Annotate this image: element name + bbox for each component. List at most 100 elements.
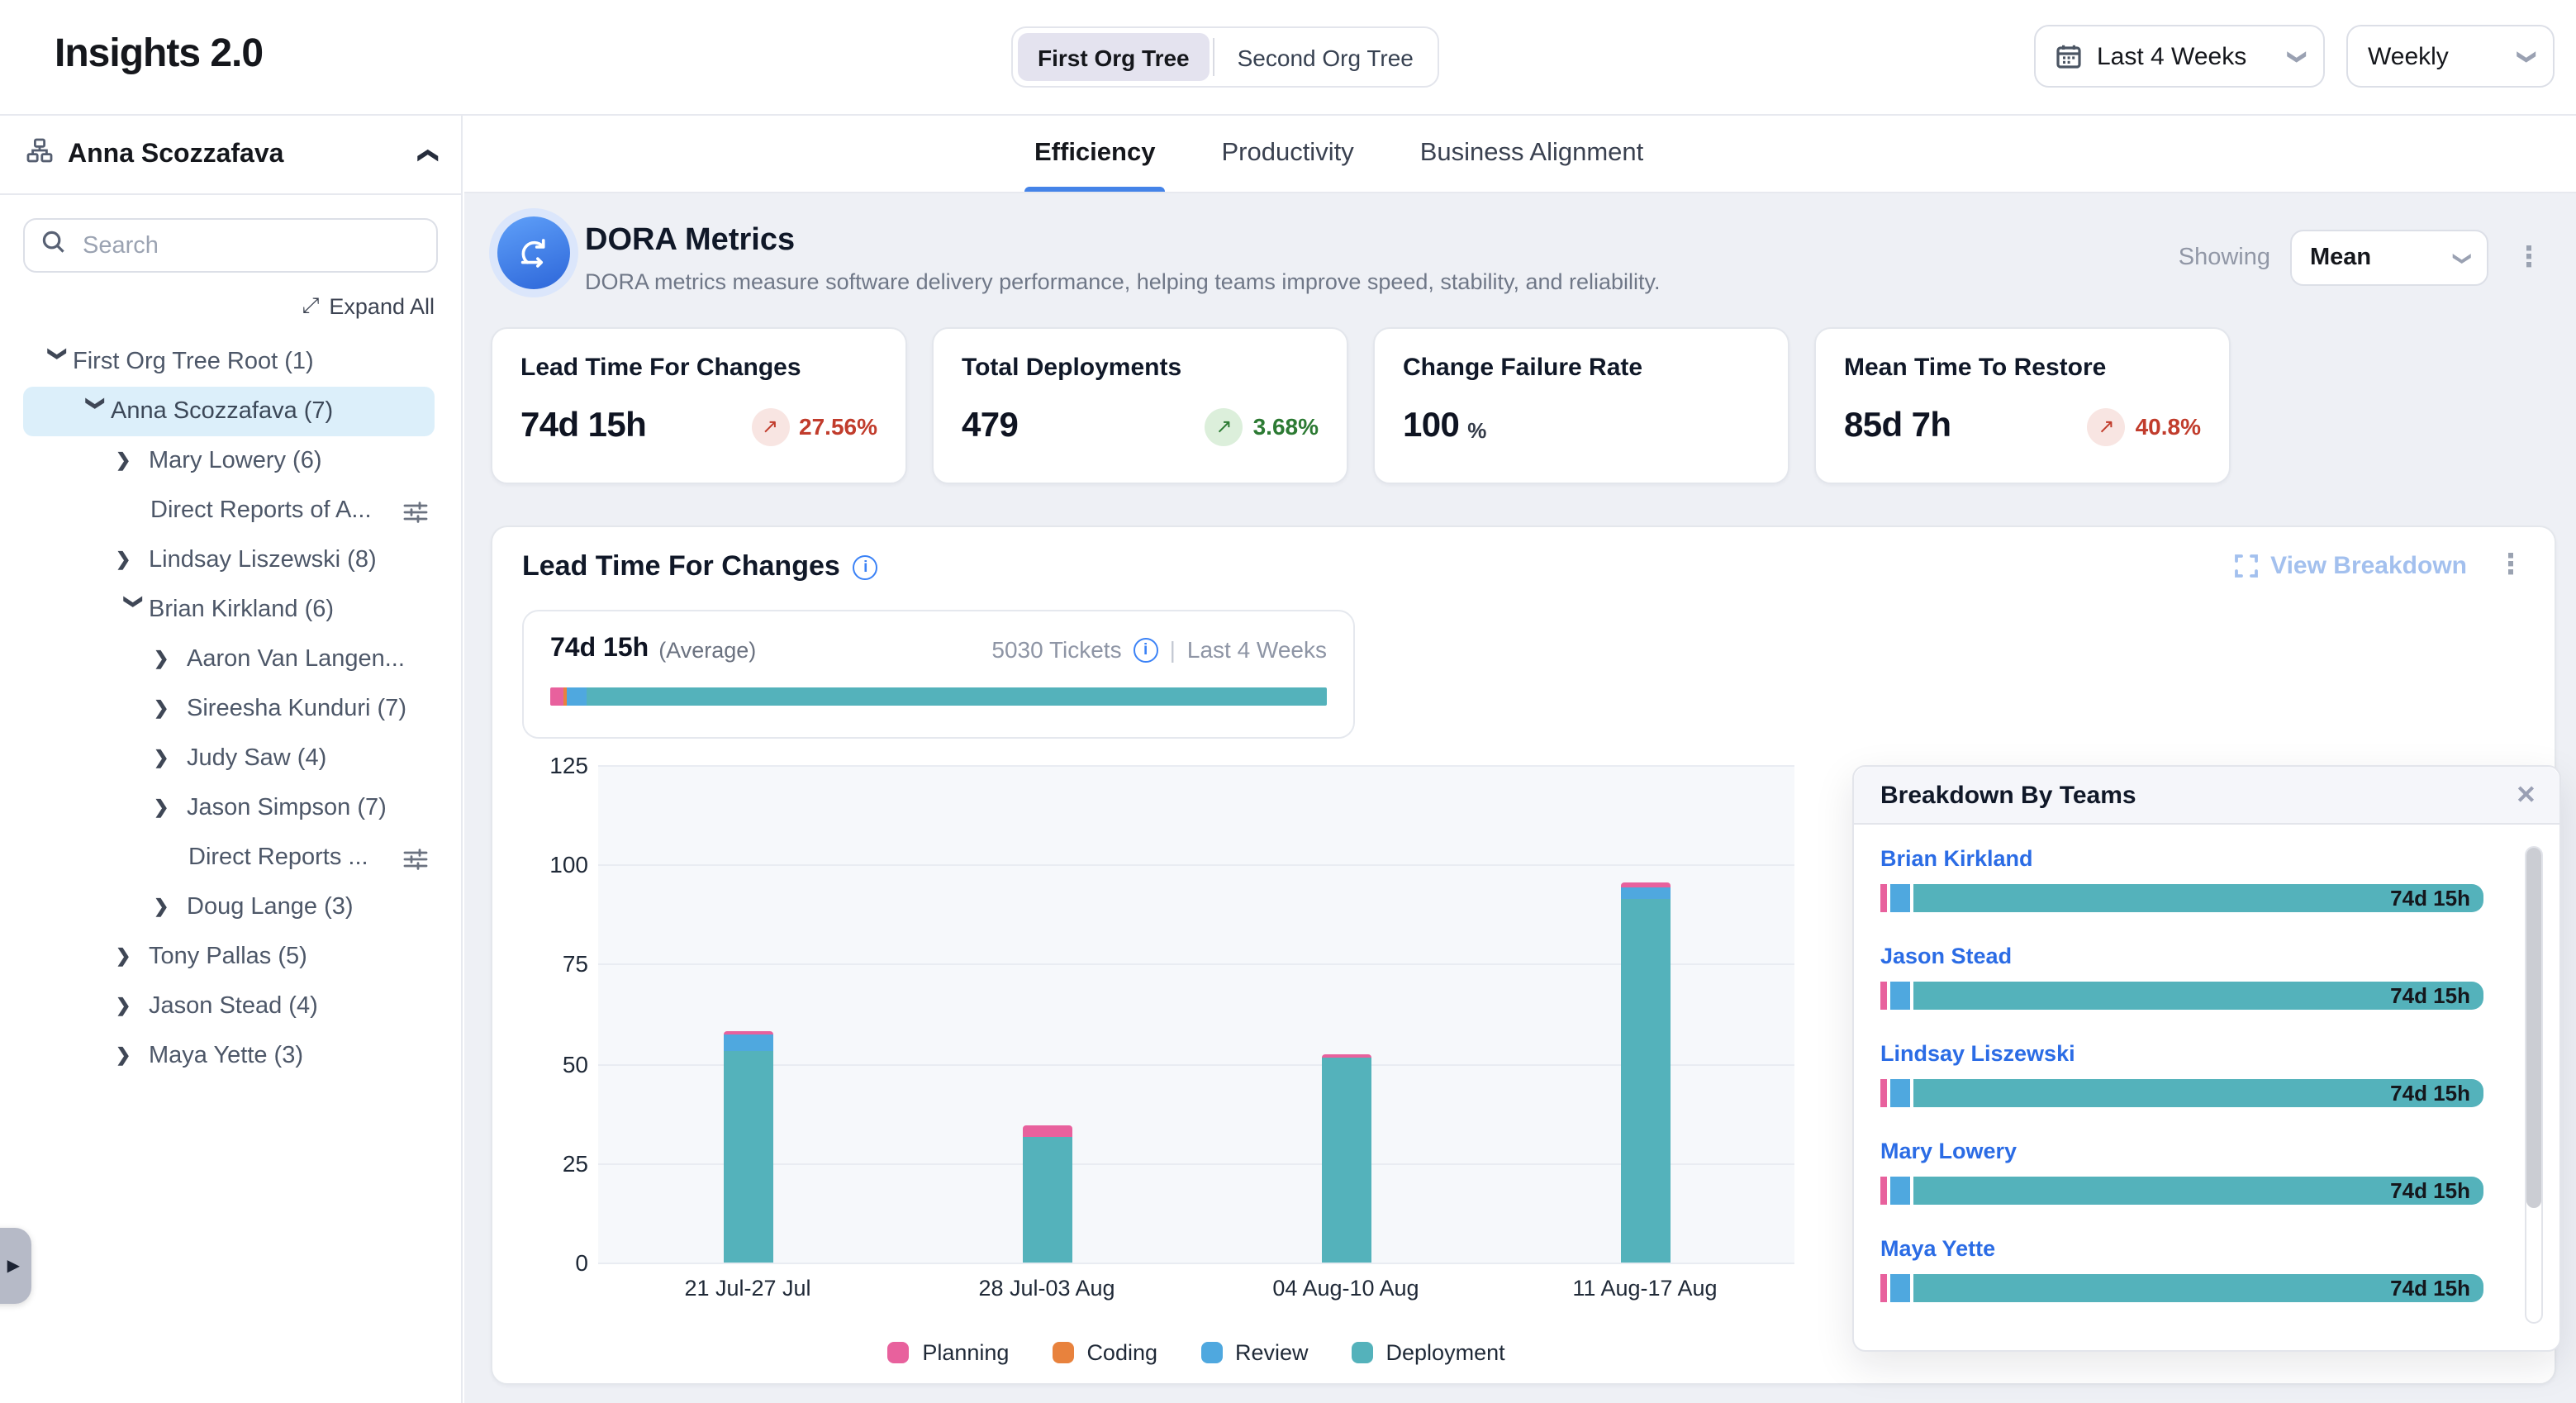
expand-all-icon: ⤢ xyxy=(302,292,320,319)
review-segment xyxy=(1890,982,1910,1010)
header-controls: Last 4 Weeks ❯ Weekly ❯ xyxy=(2034,25,2555,88)
team-name-link[interactable]: Brian Kirkland xyxy=(1880,846,2483,871)
team-name-link[interactable]: Maya Yette xyxy=(1880,1236,2483,1261)
expand-all-button[interactable]: ⤢ Expand All xyxy=(0,279,461,334)
sidebar-tree-item[interactable]: ❯ First Org Tree Root (1) xyxy=(0,337,435,387)
stacked-bar[interactable] xyxy=(723,1031,772,1263)
sidebar-collapse-handle[interactable]: ▶ xyxy=(0,1228,31,1304)
granularity-select[interactable]: Weekly ❯ xyxy=(2346,25,2555,88)
metric-delta: 40.8% xyxy=(2136,413,2201,440)
sidebar-tree-item[interactable]: Direct Reports of A... xyxy=(0,486,435,535)
filter-icon[interactable] xyxy=(403,845,428,870)
team-name-link[interactable]: Jason Stead xyxy=(1880,944,2483,968)
metric-card: Lead Time For Changes 74d 15h ↗ 27.56% xyxy=(491,327,907,484)
planning-segment xyxy=(1880,1177,1887,1205)
team-phase-bar: 74d 15h xyxy=(1880,884,2483,912)
metric-card: Mean Time To Restore 85d 7h ↗ 40.8% xyxy=(1814,327,2231,484)
review-segment xyxy=(1890,1274,1910,1302)
tab-efficiency[interactable]: Efficiency xyxy=(1034,116,1155,192)
deployment-segment: 74d 15h xyxy=(1913,1079,2483,1107)
chevron-icon: ❯ xyxy=(154,799,187,817)
metric-value-row: 85d 7h ↗ 40.8% xyxy=(1844,407,2201,446)
team-name-link[interactable]: Mary Lowery xyxy=(1880,1139,2483,1163)
date-range-select[interactable]: Last 4 Weeks ❯ xyxy=(2034,25,2325,88)
sidebar-tree-item[interactable]: ❯ Tony Pallas (5) xyxy=(0,932,435,982)
toggle-divider xyxy=(1213,38,1214,76)
deployment-segment xyxy=(723,1052,772,1263)
sidebar-tree-item[interactable]: ❯ Anna Scozzafava (7) xyxy=(23,387,435,436)
dora-section-subtitle: DORA metrics measure software delivery p… xyxy=(585,269,1661,294)
section-title-row: Lead Time For Changes i xyxy=(522,550,878,583)
search-input[interactable] xyxy=(79,231,420,260)
stacked-bar[interactable] xyxy=(1022,1126,1072,1263)
tree-item-label: Mary Lowery (6) xyxy=(149,448,322,474)
sidebar-tree-item[interactable]: ❯ Jason Stead (4) xyxy=(0,982,435,1031)
legend-item-deployment[interactable]: Deployment xyxy=(1352,1340,1505,1365)
tree-item-label: Brian Kirkland (6) xyxy=(149,597,334,623)
review-segment xyxy=(568,687,587,706)
sidebar-tree-item[interactable]: Direct Reports ... xyxy=(0,833,435,882)
deployment-segment xyxy=(1022,1137,1072,1263)
sidebar-header[interactable]: Anna Scozzafava ❯ xyxy=(0,116,461,195)
section-actions: View Breakdown ⋮ xyxy=(2234,549,2531,583)
chevron-icon: ❯ xyxy=(154,700,187,718)
team-value: 74d 15h xyxy=(2390,1276,2470,1301)
tree-item-label: Jason Stead (4) xyxy=(149,993,318,1020)
chevron-up-icon[interactable]: ❯ xyxy=(416,146,436,163)
legend-item-coding[interactable]: Coding xyxy=(1052,1340,1157,1365)
chevron-down-icon: ❯ xyxy=(2287,49,2305,64)
toggle-second-org-tree[interactable]: Second Org Tree xyxy=(1218,33,1433,81)
chart-legend: Planning Coding Review Deployment xyxy=(598,1340,1794,1365)
info-icon[interactable]: i xyxy=(1134,637,1158,662)
chevron-icon: ❯ xyxy=(116,452,149,470)
tree-item-label: Lindsay Liszewski (8) xyxy=(149,547,377,573)
sidebar-tree-item[interactable]: ❯ Sireesha Kunduri (7) xyxy=(0,684,435,734)
scrollbar-thumb[interactable] xyxy=(2526,848,2541,1208)
sidebar-tree-item[interactable]: ❯ Brian Kirkland (6) xyxy=(0,585,435,635)
sidebar-tree-item[interactable]: ❯ Judy Saw (4) xyxy=(0,734,435,783)
legend-item-planning[interactable]: Planning xyxy=(887,1340,1009,1365)
date-range-value: Last 4 Weeks xyxy=(2097,42,2246,70)
filter-icon[interactable] xyxy=(403,498,428,523)
team-row: Jason Stead 74d 15h xyxy=(1880,944,2483,1010)
legend-swatch xyxy=(887,1342,909,1363)
chevron-icon: ❯ xyxy=(154,898,187,916)
stacked-bar[interactable] xyxy=(1321,1053,1371,1263)
dora-kebab-menu[interactable]: ⋮ xyxy=(2508,240,2550,275)
metric-unit: % xyxy=(1467,417,1486,442)
metric-value-row: 74d 15h ↗ 27.56% xyxy=(520,407,877,446)
sidebar-tree-item[interactable]: ❯ Mary Lowery (6) xyxy=(0,436,435,486)
gridline xyxy=(598,1063,1794,1065)
close-icon[interactable]: ✕ xyxy=(2516,780,2536,810)
sidebar-tree-item[interactable]: ❯ Doug Lange (3) xyxy=(0,882,435,932)
meta-divider: | xyxy=(1170,636,1176,663)
toggle-first-org-tree[interactable]: First Org Tree xyxy=(1018,33,1210,81)
tabs-row: Efficiency Productivity Business Alignme… xyxy=(464,116,2576,193)
sidebar-tree-item[interactable]: ❯ Maya Yette (3) xyxy=(0,1031,435,1081)
panel-scrollbar[interactable] xyxy=(2525,846,2543,1324)
average-meta: 5030 Tickets i | Last 4 Weeks xyxy=(991,636,1327,663)
section-title: Lead Time For Changes xyxy=(522,550,840,583)
team-value: 74d 15h xyxy=(2390,983,2470,1008)
info-icon[interactable]: i xyxy=(853,554,878,579)
team-name-link[interactable]: Lindsay Liszewski xyxy=(1880,1041,2483,1066)
sidebar-tree-item[interactable]: ❯ Aaron Van Langen... xyxy=(0,635,435,684)
breakdown-panel-title: Breakdown By Teams xyxy=(1880,781,2136,809)
stacked-bar[interactable] xyxy=(1620,882,1670,1263)
sidebar-tree-item[interactable]: ❯ Jason Simpson (7) xyxy=(0,783,435,833)
tab-productivity[interactable]: Productivity xyxy=(1221,116,1353,192)
metric-value-row: 479 ↗ 3.68% xyxy=(962,407,1319,446)
deployment-segment: 74d 15h xyxy=(1913,982,2483,1010)
metric-value: 74d 15h xyxy=(520,407,646,446)
tree-item-label: Direct Reports of A... xyxy=(150,497,372,524)
deployment-segment xyxy=(1620,898,1670,1263)
sidebar-tree-item[interactable]: ❯ Lindsay Liszewski (8) xyxy=(0,535,435,585)
tab-business-alignment[interactable]: Business Alignment xyxy=(1420,116,1644,192)
view-breakdown-button[interactable]: View Breakdown xyxy=(2234,552,2467,580)
sidebar-search xyxy=(23,218,438,273)
legend-item-review[interactable]: Review xyxy=(1200,1340,1309,1365)
team-row: Brian Kirkland 74d 15h xyxy=(1880,846,2483,912)
view-breakdown-label: View Breakdown xyxy=(2270,552,2467,580)
section-kebab-menu[interactable]: ⋮ xyxy=(2490,549,2531,583)
showing-select[interactable]: Mean ❯ xyxy=(2290,230,2488,286)
